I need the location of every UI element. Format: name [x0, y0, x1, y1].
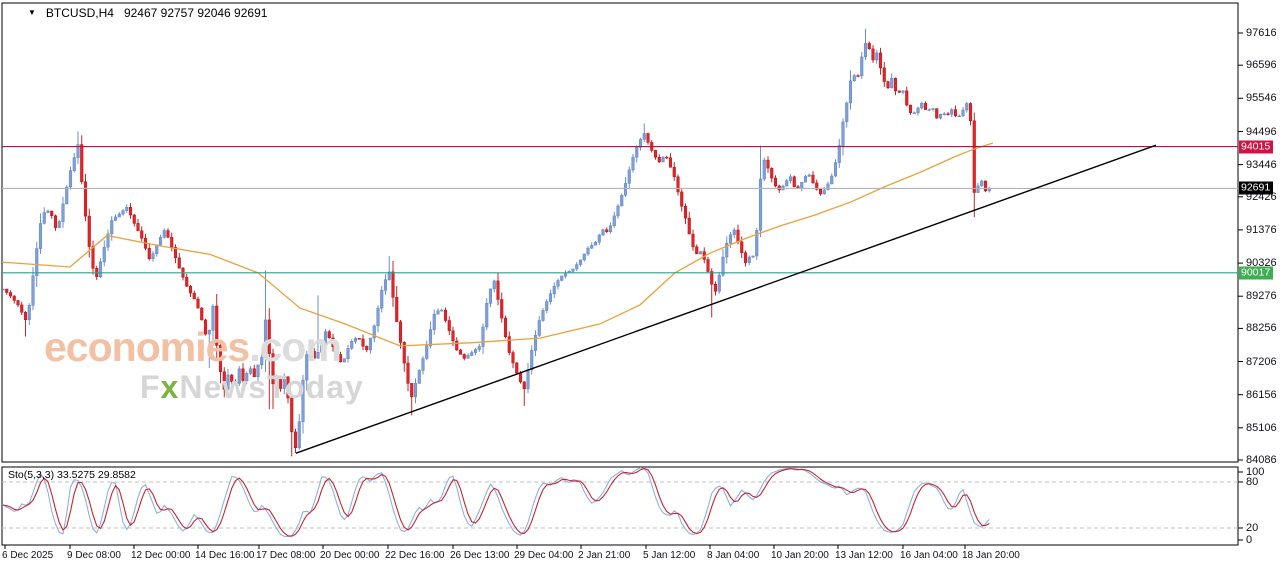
time-tick-label: 20 Dec 00:00 — [320, 550, 380, 561]
symbol-timeframe-label: BTCUSD,H4 — [46, 6, 114, 20]
time-tick-label: 29 Dec 04:00 — [514, 550, 574, 561]
chart-canvas[interactable] — [0, 0, 1280, 567]
time-tick-label: 5 Jan 12:00 — [643, 550, 695, 561]
time-tick-label: 13 Jan 12:00 — [835, 550, 893, 561]
price-tick-label: 89276 — [1246, 290, 1277, 302]
indicator-tick-label: 80 — [1246, 476, 1258, 488]
price-tick-label: 84086 — [1246, 454, 1277, 466]
price-tick-label: 97616 — [1246, 27, 1277, 39]
indicator-tick-label: 0 — [1246, 534, 1252, 546]
price-badge: 90017 — [1239, 266, 1273, 279]
time-tick-label: 17 Dec 08:00 — [256, 550, 316, 561]
time-tick-label: 6 Dec 2025 — [2, 550, 53, 561]
indicator-tick-label: 20 — [1246, 522, 1258, 534]
time-tick-label: 9 Dec 08:00 — [67, 550, 121, 561]
time-tick-label: 8 Jan 04:00 — [707, 550, 759, 561]
ascending-trendline[interactable] — [296, 145, 1156, 453]
price-tick-label: 88256 — [1246, 322, 1277, 334]
candles-layer — [2, 29, 991, 457]
time-tick-label: 2 Jan 21:00 — [578, 550, 630, 561]
time-tick-label: 16 Jan 04:00 — [900, 550, 958, 561]
price-tick-label: 87206 — [1246, 356, 1277, 368]
symbol-dropdown-icon[interactable]: ▼ — [28, 9, 36, 17]
time-tick-label: 18 Jan 20:00 — [962, 550, 1020, 561]
price-tick-label: 94496 — [1246, 126, 1277, 138]
trading-chart-window: ▼ BTCUSD,H4 92467 92757 92046 92691 econ… — [0, 0, 1280, 567]
time-tick-label: 26 Dec 13:00 — [450, 550, 510, 561]
ohlc-values: 92467 92757 92046 92691 — [124, 6, 267, 20]
price-badge: 94015 — [1239, 140, 1273, 153]
chart-header: ▼ BTCUSD,H4 92467 92757 92046 92691 — [28, 6, 267, 20]
time-tick-label: 10 Jan 20:00 — [771, 550, 829, 561]
time-tick-label: 22 Dec 16:00 — [385, 550, 445, 561]
price-tick-label: 91376 — [1246, 224, 1277, 236]
indicator-label: Sto(5,3,3) 33.5275 29.8582 — [8, 469, 136, 481]
stoch-d-line — [3, 469, 989, 537]
main-pane-border — [2, 3, 1238, 462]
time-tick-label: 12 Dec 00:00 — [131, 550, 191, 561]
price-tick-label: 96596 — [1246, 59, 1277, 71]
stoch-k-line — [3, 468, 989, 537]
price-tick-label: 93446 — [1246, 159, 1277, 171]
indicator-pane-border — [2, 467, 1238, 545]
price-tick-label: 85106 — [1246, 422, 1277, 434]
price-tick-label: 86156 — [1246, 389, 1277, 401]
price-badge: 92691 — [1239, 182, 1273, 195]
time-tick-label: 14 Dec 16:00 — [195, 550, 255, 561]
price-tick-label: 95546 — [1246, 92, 1277, 104]
